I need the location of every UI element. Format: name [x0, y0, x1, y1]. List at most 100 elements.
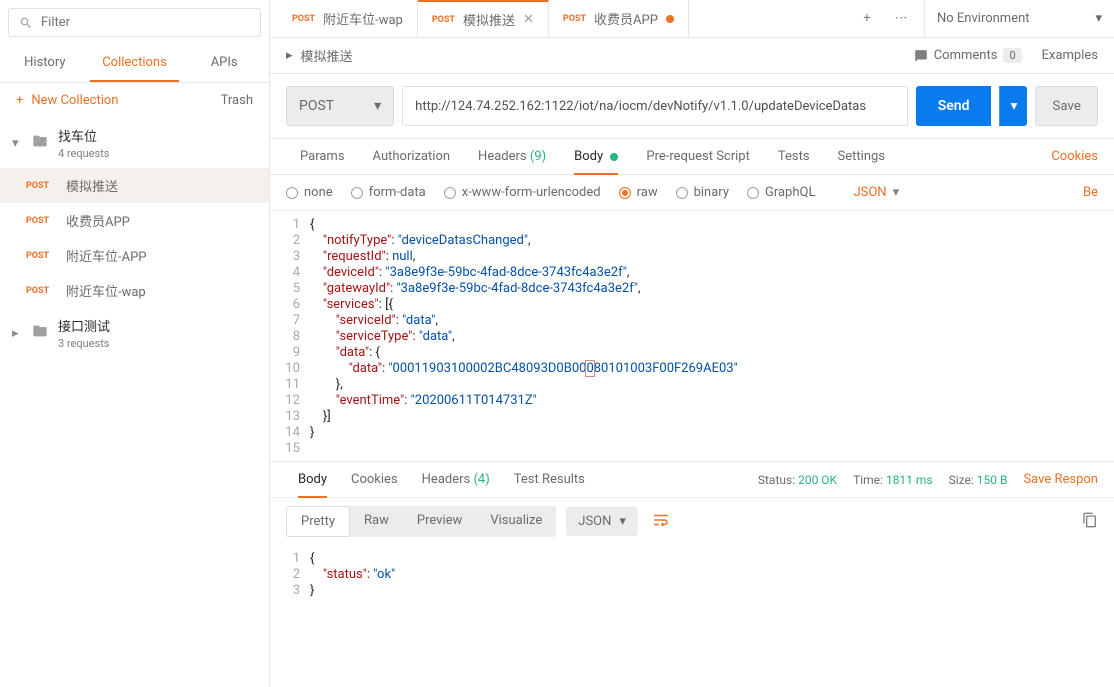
environment-select[interactable]: No Environment ▾	[924, 0, 1114, 37]
request-body-editor[interactable]: 123456789101112131415 { "notifyType": "d…	[270, 211, 1114, 461]
sidebar: History Collections APIs + New Collectio…	[0, 0, 270, 687]
close-icon[interactable]: ✕	[523, 12, 534, 27]
req-tab-settings[interactable]: Settings	[824, 139, 899, 174]
view-preview[interactable]: Preview	[403, 506, 476, 537]
request-label: 收费员APP	[66, 211, 130, 230]
new-collection-button[interactable]: + New Collection	[16, 93, 118, 108]
resp-tab-testresults[interactable]: Test Results	[502, 462, 597, 497]
filter-bar	[0, 0, 269, 45]
sidebar-request-item[interactable]: POST附近车位-wap	[0, 273, 269, 308]
tab[interactable]: POST 收费员APP	[549, 0, 689, 37]
code-line: "eventTime": "20200611T014731Z"	[310, 393, 1114, 409]
code-line: "requestId": null,	[310, 249, 1114, 265]
resp-tab-cookies[interactable]: Cookies	[339, 462, 410, 497]
save-button[interactable]: Save	[1035, 86, 1098, 126]
tab-options-button[interactable]: ⋯	[888, 6, 914, 32]
tab[interactable]: POST附近车位-wap	[278, 0, 418, 37]
method-select[interactable]: POST ▾	[286, 86, 394, 126]
folder-title: 接口测试	[58, 316, 110, 335]
line-number: 1	[270, 217, 300, 233]
breadcrumb[interactable]: ▸ 模拟推送	[286, 46, 353, 65]
line-number: 6	[270, 297, 300, 313]
cookies-link[interactable]: Cookies	[1051, 139, 1098, 174]
collection-folder[interactable]: ▸ 接口测试3 requests	[0, 308, 269, 358]
code-line: },	[310, 377, 1114, 393]
sidebar-tabs: History Collections APIs	[0, 45, 269, 83]
filter-input-wrap[interactable]	[8, 8, 261, 37]
save-response-button[interactable]: Save Respon	[1023, 472, 1098, 487]
topbar: POST附近车位-wapPOST模拟推送✕ POST 收费员APP + ⋯ No E…	[270, 0, 1114, 38]
chevron-right-icon: ▸	[12, 326, 22, 341]
new-tab-button[interactable]: +	[854, 6, 880, 32]
headers-label: Headers	[478, 149, 527, 164]
response-language-label: JSON	[578, 514, 611, 529]
request-label: 附近车位-APP	[66, 246, 146, 265]
comments-label: Comments	[934, 48, 998, 63]
code-line: "data": "00011903100002BC48093D0B0008010…	[310, 361, 1114, 377]
req-tab-prerequest[interactable]: Pre-request Script	[632, 139, 763, 174]
req-tab-body[interactable]: Body	[560, 139, 632, 174]
view-mode-group: Pretty Raw Preview Visualize	[286, 506, 556, 537]
body-type-raw[interactable]: raw	[619, 185, 658, 200]
time-value: 1811 ms	[886, 473, 933, 487]
tab-label: 附近车位-wap	[323, 9, 403, 28]
response-language-select[interactable]: JSON ▾	[566, 507, 638, 536]
view-visualize[interactable]: Visualize	[476, 506, 556, 537]
collection-folder[interactable]: ▾ 找车位4 requests	[0, 118, 269, 168]
req-tab-authorization[interactable]: Authorization	[359, 139, 465, 174]
sidebar-request-item[interactable]: POST收费员APP	[0, 203, 269, 238]
resp-headers-label: Headers	[422, 472, 471, 487]
comments-count: 0	[1003, 48, 1021, 63]
sidebar-tab-collections[interactable]: Collections	[90, 45, 180, 82]
resp-tab-headers[interactable]: Headers (4)	[410, 462, 502, 497]
tab-label: 收费员APP	[594, 9, 658, 28]
send-dropdown[interactable]: ▾	[999, 86, 1027, 126]
view-raw[interactable]: Raw	[350, 506, 403, 537]
code-line: "data": {	[310, 345, 1114, 361]
request-title: 模拟推送	[301, 46, 353, 65]
req-tab-params[interactable]: Params	[286, 139, 359, 174]
body-type-graphql[interactable]: GraphQL	[747, 185, 815, 200]
body-type-urlencoded[interactable]: x-www-form-urlencoded	[444, 185, 601, 200]
code-line: {	[310, 551, 1114, 567]
method-tag: POST	[563, 14, 586, 24]
response-body-viewer[interactable]: 123 { "status": "ok"}	[270, 545, 1114, 687]
search-icon	[19, 16, 33, 30]
view-pretty[interactable]: Pretty	[286, 506, 350, 537]
body-type-none[interactable]: none	[286, 185, 333, 200]
line-number: 10	[270, 361, 300, 377]
line-number: 3	[270, 583, 300, 599]
trash-link[interactable]: Trash	[221, 93, 253, 108]
send-button[interactable]: Send	[916, 86, 992, 126]
request-label: 模拟推送	[66, 176, 118, 195]
req-tab-tests[interactable]: Tests	[764, 139, 824, 174]
wrap-lines-button[interactable]	[648, 507, 674, 537]
method-tag: POST	[26, 181, 56, 191]
sidebar-tab-apis[interactable]: APIs	[179, 45, 269, 82]
line-number: 9	[270, 345, 300, 361]
url-input[interactable]	[402, 86, 908, 126]
sidebar-tab-history[interactable]: History	[0, 45, 90, 82]
copy-response-button[interactable]	[1082, 512, 1098, 532]
resp-tab-body[interactable]: Body	[286, 462, 339, 497]
sidebar-request-item[interactable]: POST附近车位-APP	[0, 238, 269, 273]
folder-title: 找车位	[58, 126, 109, 145]
status-value: 200 OK	[798, 473, 837, 487]
req-tab-headers[interactable]: Headers (9)	[464, 139, 560, 174]
filter-input[interactable]	[41, 15, 250, 30]
code-line: "status": "ok"	[310, 567, 1114, 583]
folder-icon	[32, 133, 48, 153]
body-language-select[interactable]: JSON ▾	[853, 185, 899, 200]
tab[interactable]: POST模拟推送✕	[418, 0, 549, 37]
chevron-right-icon: ▸	[286, 48, 293, 63]
body-type-row: none form-data x-www-form-urlencoded raw…	[270, 175, 1114, 211]
code-line: "serviceType": "data",	[310, 329, 1114, 345]
examples-button[interactable]: Examples	[1042, 48, 1098, 63]
comments-button[interactable]: Comments 0	[914, 48, 1022, 63]
sidebar-request-item[interactable]: POST 模拟推送	[0, 168, 269, 203]
size-value: 150 B	[977, 473, 1008, 487]
beautify-button[interactable]: Be	[1083, 185, 1098, 200]
body-type-binary[interactable]: binary	[676, 185, 729, 200]
unsaved-indicator	[666, 15, 674, 23]
body-type-form-data[interactable]: form-data	[351, 185, 426, 200]
